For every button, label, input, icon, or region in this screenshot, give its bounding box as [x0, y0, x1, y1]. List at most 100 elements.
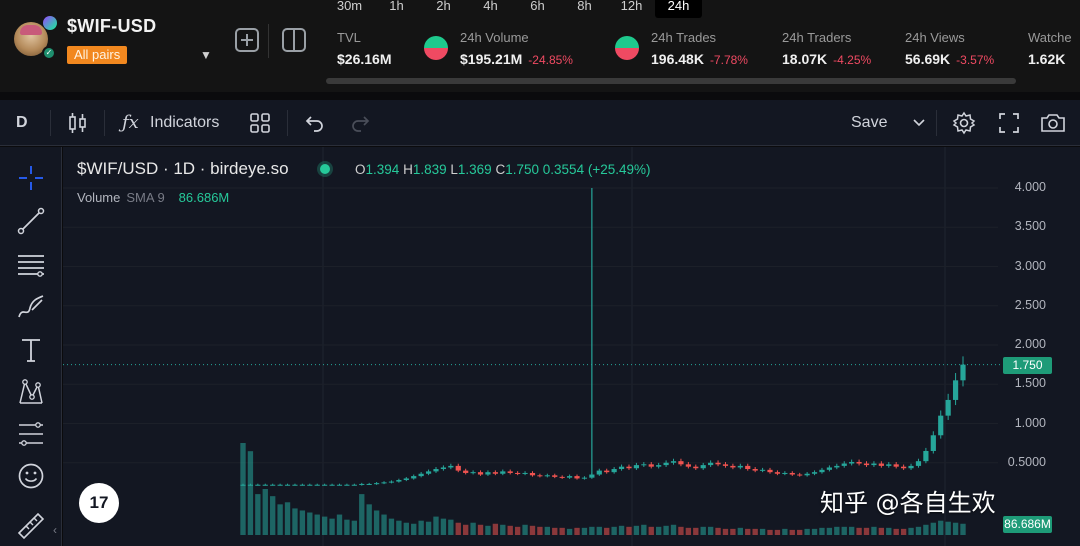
divider	[936, 110, 937, 136]
ruler-icon[interactable]	[16, 511, 46, 541]
candle-body	[463, 470, 469, 473]
volume-bar	[433, 516, 439, 535]
candle-body	[440, 467, 447, 470]
volume-bar	[633, 525, 640, 535]
fib-lines-icon[interactable]	[16, 249, 46, 279]
emoji-icon[interactable]	[16, 461, 46, 491]
volume-bar	[752, 528, 758, 535]
candle-body	[945, 399, 951, 416]
tab-30m[interactable]: 30m	[326, 0, 373, 18]
candle-body	[559, 476, 565, 478]
caret-down-icon[interactable]: ▼	[200, 48, 212, 62]
stat-change: -4.25%	[833, 53, 872, 67]
stat-24h-volume: 24h Volume $195.21M -24.85%	[460, 30, 573, 67]
tab-4h[interactable]: 4h	[467, 0, 514, 18]
volume-bar	[767, 529, 773, 535]
interval-button[interactable]: D	[16, 100, 28, 146]
volume-bar	[618, 525, 625, 535]
tab-24h[interactable]: 24h	[655, 0, 702, 18]
volume-bar	[878, 527, 885, 535]
tab-2h[interactable]: 2h	[420, 0, 467, 18]
tab-8h[interactable]: 8h	[561, 0, 608, 18]
volume-bar	[819, 527, 825, 535]
candle-body	[759, 469, 766, 471]
stat-label: 24h Trades	[651, 30, 717, 45]
volume-bar	[871, 526, 877, 535]
volume-bar	[745, 528, 751, 535]
pair-selector[interactable]: ✓ $WIF-USD All pairs ▼	[14, 16, 214, 66]
stat-watchers: Watche 1.62K	[1028, 30, 1072, 67]
stats-scrollbar[interactable]	[326, 78, 1016, 84]
stat-value-number: 56.69K	[905, 51, 951, 67]
trendline-icon[interactable]	[16, 206, 46, 236]
candle-body	[774, 472, 781, 474]
volume-bar	[411, 523, 417, 535]
y-tick-label: 0.5000	[1007, 454, 1046, 469]
collapse-chevron-icon[interactable]: ‹	[53, 523, 57, 537]
watermark: 知乎 @各自生欢	[820, 489, 996, 517]
volume-bar	[811, 528, 818, 535]
candle-body	[292, 484, 298, 486]
chevron-down-icon[interactable]	[912, 117, 926, 129]
add-chart-icon[interactable]	[235, 28, 259, 52]
solana-badge-icon	[43, 16, 57, 30]
fx-icon[interactable]: ƒx	[122, 100, 139, 146]
volume-bar	[381, 514, 387, 535]
indicators-button[interactable]: Indicators	[150, 100, 219, 146]
volume-bar	[477, 524, 484, 535]
buy-sell-ring-icon	[615, 36, 639, 60]
tab-12h[interactable]: 12h	[608, 0, 655, 18]
redo-icon[interactable]	[349, 112, 371, 134]
fullscreen-icon[interactable]	[998, 112, 1020, 134]
candle-body	[863, 463, 870, 466]
chart-title: $WIF/USD · 1D · birdeye.so	[77, 159, 289, 178]
candle-body	[477, 472, 484, 475]
undo-icon[interactable]	[304, 112, 326, 134]
volume-bar	[648, 526, 654, 535]
split-view-icon[interactable]	[282, 28, 306, 52]
gear-icon[interactable]	[952, 111, 976, 135]
volume-bar	[396, 520, 402, 535]
camera-icon[interactable]	[1040, 111, 1066, 135]
measure-lines-icon[interactable]	[16, 419, 46, 449]
text-icon[interactable]	[16, 335, 46, 365]
y-tick-label: 2.000	[1014, 337, 1046, 351]
crosshair-icon[interactable]	[16, 163, 46, 193]
tab-6h[interactable]: 6h	[514, 0, 561, 18]
volume-bar	[537, 526, 543, 535]
candle-body	[923, 450, 929, 462]
stat-24h-views: 24h Views 56.69K -3.57%	[905, 30, 994, 67]
buy-sell-ring-icon	[424, 36, 448, 60]
volume-bar	[960, 523, 966, 535]
candle-body	[604, 470, 610, 473]
candle-body	[782, 472, 788, 474]
volume-bar	[685, 527, 692, 535]
candle-body	[574, 476, 580, 479]
candle-body	[270, 484, 276, 486]
volume-bar	[693, 527, 699, 535]
tradingview-logo[interactable]: 17	[79, 483, 119, 523]
volume-bar	[908, 527, 914, 535]
candle-body	[737, 465, 743, 468]
volume-bar	[715, 527, 721, 535]
tab-1h[interactable]: 1h	[373, 0, 420, 18]
candle-body	[930, 435, 936, 451]
candles-icon[interactable]	[66, 111, 90, 135]
stat-value-number: 18.07K	[782, 51, 828, 67]
all-pairs-badge[interactable]: All pairs	[67, 46, 128, 64]
brush-icon[interactable]	[16, 292, 46, 322]
high-value: 1.839	[412, 162, 447, 177]
candle-body	[396, 480, 402, 482]
volume-bar	[329, 518, 335, 535]
price-chart[interactable]: $WIF/USD · 1D · birdeye.so O1.394 H1.839…	[53, 147, 1080, 546]
candle-body	[351, 484, 357, 486]
layout-grid-icon[interactable]	[249, 112, 271, 134]
pattern-icon[interactable]	[16, 377, 46, 407]
candle-body	[448, 465, 454, 468]
save-button[interactable]: Save	[851, 100, 887, 146]
volume-bar	[470, 522, 476, 535]
ohlc-legend: O1.394 H1.839 L1.369 C1.750 0.3554 (+25.…	[355, 162, 651, 177]
volume-bar	[359, 494, 365, 535]
candle-body	[515, 472, 521, 474]
candle-body	[908, 465, 914, 469]
